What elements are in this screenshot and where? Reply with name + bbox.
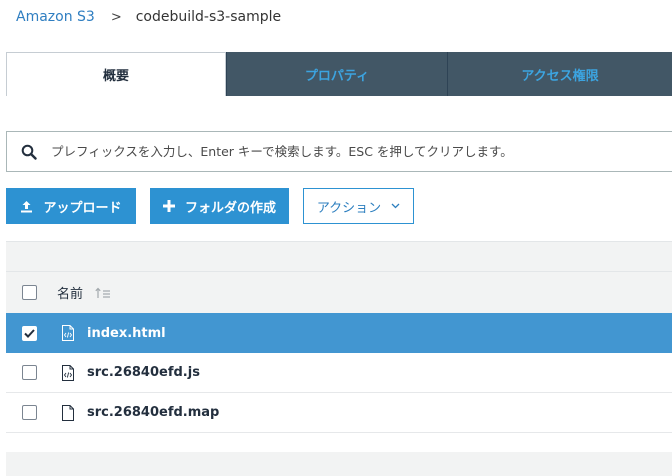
column-header-name[interactable]: 名前: [57, 283, 83, 302]
tab-overview[interactable]: 概要: [6, 52, 226, 96]
breadcrumb-current-bucket: codebuild-s3-sample: [135, 9, 282, 25]
tab-permissions[interactable]: アクセス権限: [447, 52, 672, 96]
chevron-down-icon: [391, 203, 400, 209]
search-input[interactable]: [51, 144, 651, 159]
file-name-link[interactable]: src.26840efd.map: [87, 405, 219, 420]
table-top-band: [6, 241, 672, 271]
actions-dropdown-label: アクション: [316, 200, 382, 216]
row-checkbox[interactable]: [22, 405, 37, 420]
table-header-row: 名前: [6, 271, 672, 313]
table-row[interactable]: src.26840efd.js: [6, 353, 672, 393]
plus-icon: [162, 200, 175, 212]
tab-properties[interactable]: プロパティ: [226, 52, 447, 96]
table-row[interactable]: src.26840efd.map: [6, 393, 672, 433]
code-file-icon: [61, 325, 75, 341]
search-icon: [21, 144, 37, 160]
sort-ascending-icon[interactable]: [95, 287, 111, 299]
upload-icon: [20, 200, 33, 213]
search-bar: [6, 131, 672, 172]
file-icon: [61, 404, 75, 421]
tab-bar: 概要 プロパティ アクセス権限: [6, 52, 672, 96]
breadcrumb: Amazon S3 > codebuild-s3-sample: [16, 7, 281, 27]
breadcrumb-separator: >: [110, 9, 122, 25]
create-folder-button[interactable]: フォルダの作成: [150, 188, 289, 224]
table-bottom-band: [6, 452, 672, 476]
breadcrumb-link-amazon-s3[interactable]: Amazon S3: [16, 9, 95, 25]
actions-dropdown-button[interactable]: アクション: [303, 188, 414, 224]
create-folder-button-label: フォルダの作成: [184, 200, 276, 216]
file-name-link[interactable]: src.26840efd.js: [87, 365, 200, 380]
select-all-checkbox[interactable]: [22, 285, 37, 300]
file-name-link[interactable]: index.html: [87, 326, 166, 341]
code-file-icon: [61, 364, 75, 381]
table-row[interactable]: index.html: [6, 313, 672, 353]
row-checkbox[interactable]: [22, 365, 37, 380]
upload-button[interactable]: アップロード: [6, 188, 136, 224]
upload-button-label: アップロード: [43, 200, 122, 216]
row-checkbox[interactable]: [22, 325, 37, 341]
